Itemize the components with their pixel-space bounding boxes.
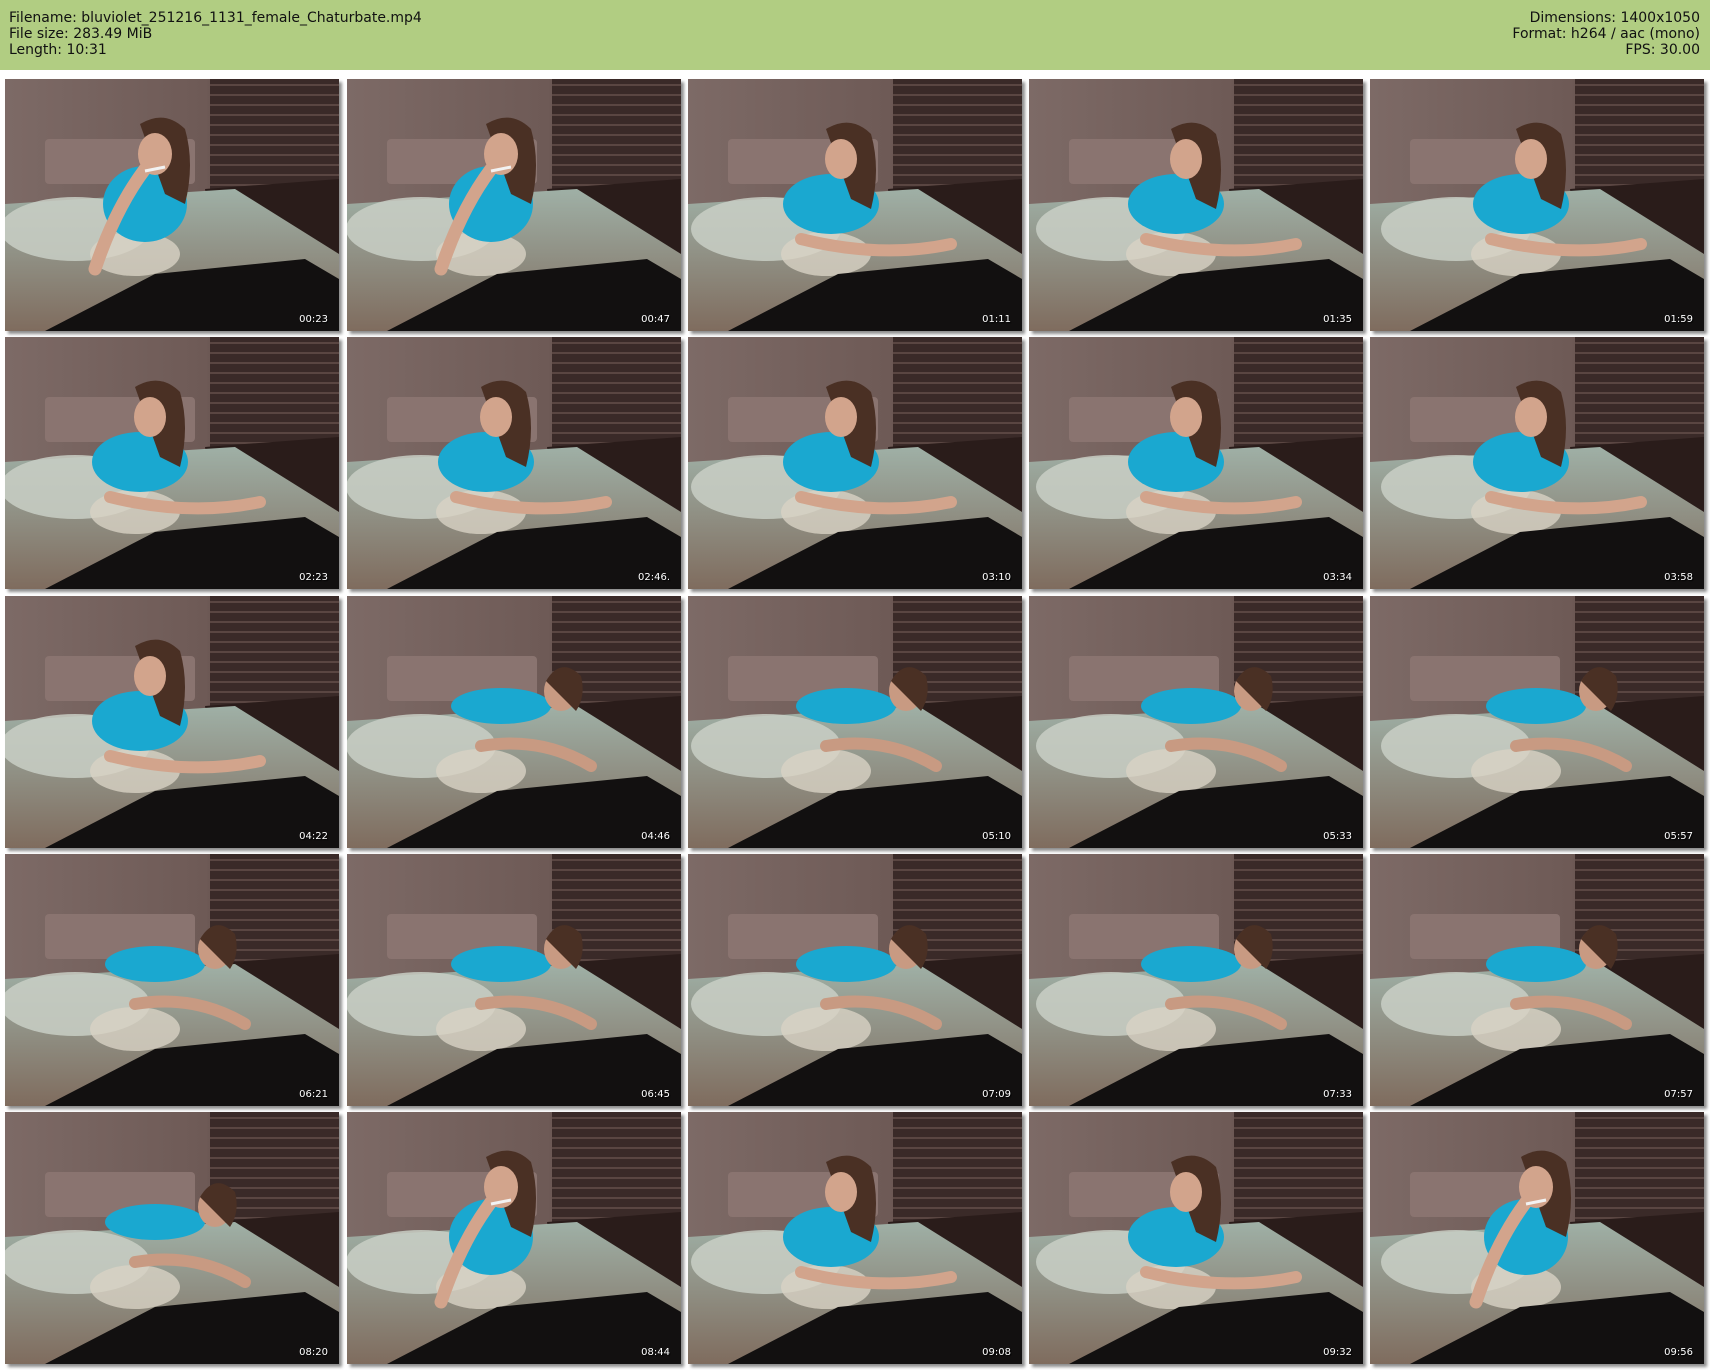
timestamp-label: 01:59 xyxy=(1664,314,1693,325)
timestamp-label: 05:10 xyxy=(982,831,1011,842)
timestamp-label: 00:23 xyxy=(299,314,328,325)
thumbnail-frame: 03:10 xyxy=(688,337,1022,589)
timestamp-label: 09:56 xyxy=(1664,1347,1693,1358)
video-frame-image xyxy=(347,79,681,331)
timestamp-label: 02:23 xyxy=(299,572,328,583)
video-frame-image xyxy=(688,337,1022,589)
video-frame-image xyxy=(1029,337,1363,589)
thumbnail-frame: 02:46. xyxy=(347,337,681,589)
video-frame-image xyxy=(347,337,681,589)
thumbnail-frame: 08:20 xyxy=(5,1112,339,1364)
video-frame-image xyxy=(1029,1112,1363,1364)
video-frame-image xyxy=(1370,337,1704,589)
video-frame-image xyxy=(1370,79,1704,331)
video-frame-image xyxy=(688,1112,1022,1364)
timestamp-label: 08:44 xyxy=(641,1347,670,1358)
timestamp-label: 01:35 xyxy=(1323,314,1352,325)
timestamp-label: 03:58 xyxy=(1664,572,1693,583)
thumbnail-frame: 07:09 xyxy=(688,854,1022,1106)
timestamp-label: 06:21 xyxy=(299,1089,328,1100)
thumbnail-frame: 01:35 xyxy=(1029,79,1363,331)
video-frame-image xyxy=(1029,79,1363,331)
timestamp-label: 07:09 xyxy=(982,1089,1011,1100)
thumbnail-frame: 00:47 xyxy=(347,79,681,331)
video-frame-image xyxy=(688,596,1022,848)
timestamp-label: 02:46. xyxy=(638,572,670,583)
video-frame-image xyxy=(347,1112,681,1364)
video-frame-image xyxy=(1029,854,1363,1106)
timestamp-label: 03:10 xyxy=(982,572,1011,583)
video-frame-image xyxy=(5,1112,339,1364)
timestamp-label: 04:46 xyxy=(641,831,670,842)
video-frame-image xyxy=(688,79,1022,331)
thumbnail-frame: 08:44 xyxy=(347,1112,681,1364)
timestamp-label: 05:33 xyxy=(1323,831,1352,842)
video-frame-image xyxy=(1029,596,1363,848)
thumbnail-frame: 05:57 xyxy=(1370,596,1704,848)
thumbnail-frame: 04:46 xyxy=(347,596,681,848)
thumbnail-frame: 06:21 xyxy=(5,854,339,1106)
timestamp-label: 08:20 xyxy=(299,1347,328,1358)
thumbnail-frame: 02:23 xyxy=(5,337,339,589)
thumbnail-frame: 01:59 xyxy=(1370,79,1704,331)
thumbnail-frame: 07:33 xyxy=(1029,854,1363,1106)
video-frame-image xyxy=(1370,1112,1704,1364)
video-frame-image xyxy=(5,79,339,331)
thumbnail-frame: 01:11 xyxy=(688,79,1022,331)
thumbnail-frame: 03:58 xyxy=(1370,337,1704,589)
timestamp-label: 09:32 xyxy=(1323,1347,1352,1358)
timestamp-label: 03:34 xyxy=(1323,572,1352,583)
thumbnail-frame: 09:56 xyxy=(1370,1112,1704,1364)
timestamp-label: 00:47 xyxy=(641,314,670,325)
thumbnail-frame: 00:23 xyxy=(5,79,339,331)
video-frame-image xyxy=(1370,596,1704,848)
thumbnail-frame: 03:34 xyxy=(1029,337,1363,589)
timestamp-label: 06:45 xyxy=(641,1089,670,1100)
video-frame-image xyxy=(5,854,339,1106)
timestamp-label: 01:11 xyxy=(982,314,1011,325)
thumbnail-frame: 07:57 xyxy=(1370,854,1704,1106)
timestamp-label: 07:57 xyxy=(1664,1089,1693,1100)
timestamp-label: 04:22 xyxy=(299,831,328,842)
timestamp-label: 07:33 xyxy=(1323,1089,1352,1100)
thumbnail-frame: 04:22 xyxy=(5,596,339,848)
thumbnail-frame: 05:33 xyxy=(1029,596,1363,848)
video-frame-image xyxy=(347,854,681,1106)
video-frame-image xyxy=(5,337,339,589)
thumbnail-grid: 00:23 00:47 01:11 01:35 01:59 02:23 02:46. 03:1… xyxy=(0,0,1710,1370)
thumbnail-frame: 09:08 xyxy=(688,1112,1022,1364)
video-frame-image xyxy=(1370,854,1704,1106)
video-frame-image xyxy=(347,596,681,848)
video-frame-image xyxy=(688,854,1022,1106)
thumbnail-frame: 05:10 xyxy=(688,596,1022,848)
thumbnail-frame: 09:32 xyxy=(1029,1112,1363,1364)
video-frame-image xyxy=(5,596,339,848)
timestamp-label: 05:57 xyxy=(1664,831,1693,842)
timestamp-label: 09:08 xyxy=(982,1347,1011,1358)
thumbnail-frame: 06:45 xyxy=(347,854,681,1106)
